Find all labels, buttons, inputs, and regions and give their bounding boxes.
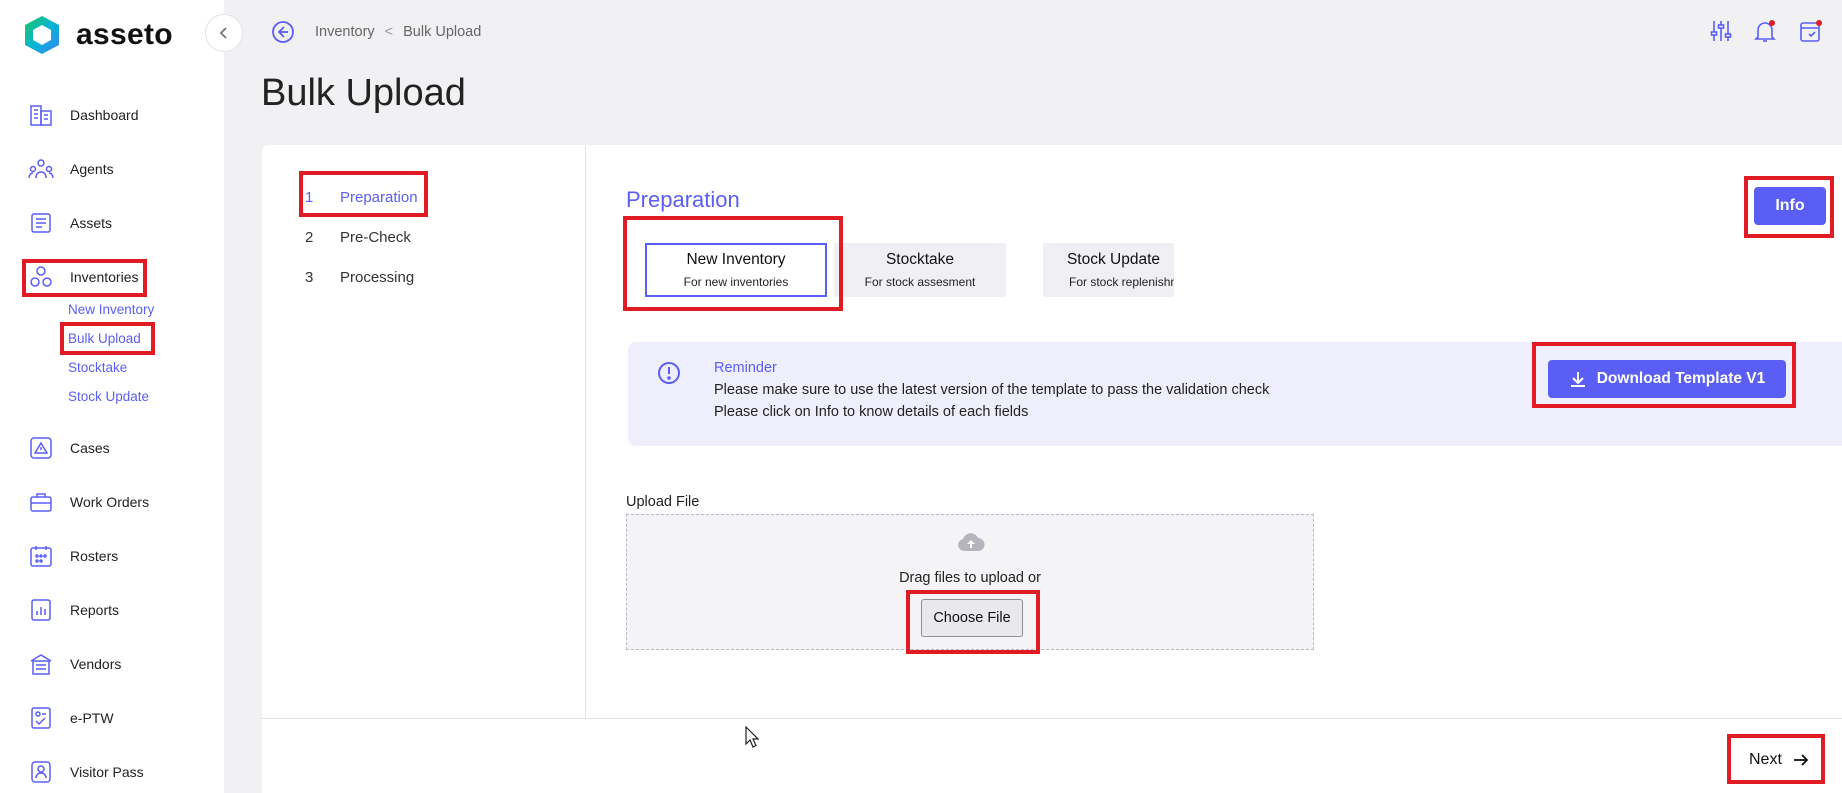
sidebar-item-label: Rosters: [70, 548, 119, 564]
logo[interactable]: asseto: [22, 14, 173, 56]
visitor-icon: [28, 759, 54, 785]
reminder-line-1: Please make sure to use the latest versi…: [714, 382, 1270, 398]
sidebar-item-assets[interactable]: Assets: [28, 206, 112, 240]
sidebar-item-work-orders[interactable]: Work Orders: [28, 485, 149, 519]
sidebar: asseto Dashboard Agents Assets Inventori…: [0, 0, 224, 793]
sidebar-item-rosters[interactable]: Rosters: [28, 539, 118, 573]
sidebar-subitem-stock-update[interactable]: Stock Update: [68, 389, 149, 404]
sidebar-item-label: e-PTW: [70, 710, 114, 726]
reports-icon: [28, 597, 54, 623]
cloud-upload-icon: [958, 533, 985, 551]
sidebar-item-label: Dashboard: [70, 107, 139, 123]
cases-icon: [28, 435, 54, 461]
step-label: Pre-Check: [340, 229, 411, 246]
sidebar-item-vendors[interactable]: Vendors: [28, 647, 121, 681]
sidebar-item-label: Reports: [70, 602, 120, 618]
type-subtitle: For stock replenishment: [1069, 275, 1174, 289]
store-icon: [28, 651, 54, 677]
inventories-icon: [28, 264, 54, 290]
mouse-cursor-icon: [745, 726, 759, 748]
download-template-button[interactable]: Download Template V1: [1548, 360, 1786, 398]
exclamation-circle-icon: [658, 362, 680, 384]
step-pre-check[interactable]: 2 Pre-Check: [305, 229, 411, 246]
type-new-inventory[interactable]: New Inventory For new inventories: [645, 243, 827, 297]
file-dropzone[interactable]: Drag files to upload or Choose File: [626, 514, 1314, 650]
agents-icon: [28, 156, 54, 182]
sidebar-item-label: Agents: [70, 161, 114, 177]
calendar-check-icon[interactable]: [1798, 18, 1824, 44]
notification-bell-icon[interactable]: [1752, 18, 1778, 44]
building-icon: [28, 102, 54, 128]
reminder-box: Reminder Please make sure to use the lat…: [628, 342, 1842, 446]
sidebar-item-label: Work Orders: [70, 494, 150, 510]
sidebar-item-label: Visitor Pass: [70, 764, 144, 780]
sidebar-item-label: Inventories: [70, 269, 139, 285]
download-icon: [1570, 372, 1585, 387]
page-title: Bulk Upload: [261, 72, 466, 114]
info-button[interactable]: Info: [1754, 187, 1826, 225]
type-stocktake[interactable]: Stocktake For stock assesment: [834, 243, 1006, 297]
back-arrow-icon[interactable]: [271, 20, 295, 44]
sidebar-item-label: Vendors: [70, 656, 122, 672]
step-label: Preparation: [340, 189, 418, 206]
brand-name: asseto: [76, 18, 173, 51]
sidebar-item-agents[interactable]: Agents: [28, 152, 114, 186]
asseto-logo-icon: [25, 16, 59, 54]
arrow-right-icon: [1793, 754, 1809, 766]
sidebar-item-label: Assets: [70, 215, 113, 231]
type-subtitle: For stock assesment: [864, 275, 976, 289]
assets-icon: [28, 210, 54, 236]
step-preparation[interactable]: 1 Preparation: [305, 189, 418, 206]
chevron-left-icon: [219, 27, 227, 39]
sidebar-item-label: Cases: [70, 440, 110, 456]
sidebar-subitem-bulk-upload[interactable]: Bulk Upload: [68, 331, 141, 346]
calendar-icon: [28, 543, 54, 569]
next-label: Next: [1749, 751, 1782, 768]
step-processing[interactable]: 3 Processing: [305, 269, 414, 286]
reminder-title: Reminder: [714, 360, 777, 376]
footer-divider: [262, 718, 1842, 719]
next-button[interactable]: Next: [1749, 745, 1810, 775]
upload-file-label: Upload File: [626, 494, 700, 510]
drag-files-text: Drag files to upload or: [899, 570, 1041, 586]
toolbox-icon: [28, 489, 54, 515]
main-card: 1 Preparation 2 Pre-Check 3 Processing P…: [262, 145, 1842, 793]
sidebar-item-dashboard[interactable]: Dashboard: [28, 98, 139, 132]
sidebar-item-visitor-pass[interactable]: Visitor Pass: [28, 755, 144, 789]
sidebar-item-inventories[interactable]: Inventories: [28, 260, 138, 294]
sidebar-subitem-stocktake[interactable]: Stocktake: [68, 360, 127, 375]
steps-panel: 1 Preparation 2 Pre-Check 3 Processing: [262, 145, 586, 718]
section-title: Preparation: [626, 187, 740, 212]
download-template-label: Download Template V1: [1596, 370, 1766, 387]
step-label: Processing: [340, 269, 415, 286]
filter-sliders-icon[interactable]: [1708, 18, 1734, 44]
type-title: Stock Update: [1066, 251, 1161, 268]
permit-icon: [28, 705, 54, 731]
type-title: Stocktake: [885, 251, 955, 268]
breadcrumb: Inventory < Bulk Upload: [315, 24, 481, 40]
type-subtitle: For new inventories: [683, 275, 789, 289]
type-title: New Inventory: [686, 251, 786, 268]
breadcrumb-separator: <: [384, 24, 394, 40]
step-number: 2: [305, 229, 314, 246]
sidebar-item-reports[interactable]: Reports: [28, 593, 119, 627]
reminder-line-2: Please click on Info to know details of …: [714, 404, 1029, 420]
step-number: 1: [305, 189, 314, 206]
choose-file-button[interactable]: Choose File: [921, 599, 1023, 637]
breadcrumb-current: Bulk Upload: [403, 24, 482, 40]
breadcrumb-inventory[interactable]: Inventory: [315, 24, 375, 40]
sidebar-item-e-ptw[interactable]: e-PTW: [28, 701, 114, 735]
sidebar-item-cases[interactable]: Cases: [28, 431, 110, 465]
collapse-sidebar-button[interactable]: [205, 14, 243, 52]
sidebar-subitem-new-inventory[interactable]: New Inventory: [68, 302, 154, 317]
type-stock-update[interactable]: Stock Update For stock replenishment: [1043, 243, 1174, 297]
step-number: 3: [305, 269, 314, 286]
